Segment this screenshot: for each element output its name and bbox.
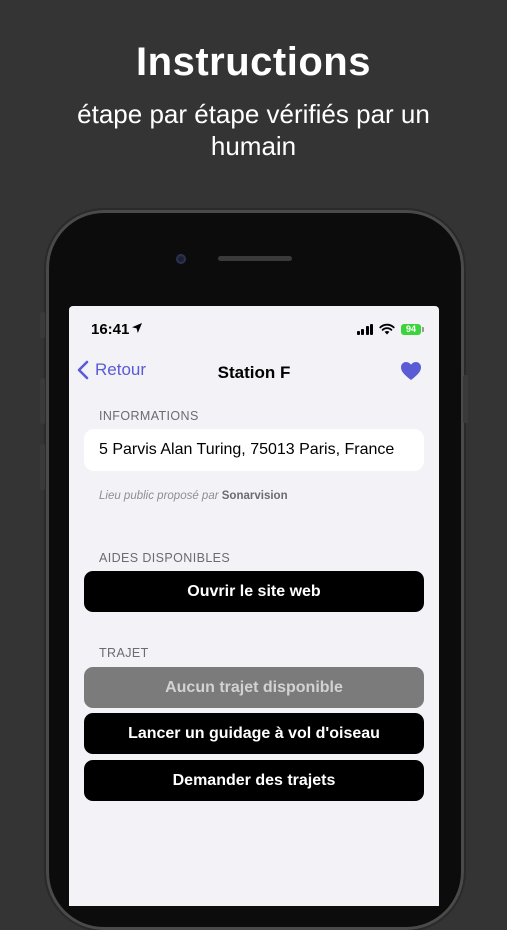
address-field: 5 Parvis Alan Turing, 75013 Paris, Franc… <box>84 429 424 471</box>
phone-volume-up <box>40 378 45 424</box>
wifi-icon <box>379 323 395 335</box>
heart-icon[interactable] <box>400 361 422 381</box>
proposed-by-prefix: Lieu public proposé par <box>99 490 219 502</box>
aides-header: AIDES DISPONIBLES <box>99 551 231 565</box>
promo-subtitle: étape par étape vérifiés par un humain <box>77 99 430 161</box>
bird-guidance-button[interactable]: Lancer un guidage à vol d'oiseau <box>84 713 424 754</box>
promo-title: Instructions <box>136 40 371 84</box>
phone-mute-switch <box>40 312 45 338</box>
status-indicators: 94 <box>356 323 424 335</box>
phone-volume-down <box>40 444 45 490</box>
open-website-button[interactable]: Ouvrir le site web <box>84 571 424 612</box>
phone-power-button <box>463 375 468 423</box>
informations-header: INFORMATIONS <box>99 409 199 423</box>
proposed-by-note: Lieu public proposé par Sonarvision <box>99 490 288 502</box>
status-time: 16:41 <box>91 321 130 338</box>
battery-indicator: 94 <box>401 323 424 335</box>
proposed-by-author: Sonarvision <box>221 490 288 502</box>
front-camera <box>176 254 186 264</box>
page-title: Station F <box>217 363 291 382</box>
trajet-header: TRAJET <box>99 646 149 660</box>
app-screen: 16:41 94 Retour Station F INFORMATIONS 5… <box>69 306 439 906</box>
location-arrow-icon <box>132 323 142 333</box>
earpiece-speaker <box>218 256 292 261</box>
no-route-button: Aucun trajet disponible <box>84 667 424 708</box>
request-routes-button[interactable]: Demander des trajets <box>84 760 424 801</box>
cellular-signal-icon <box>356 323 373 335</box>
